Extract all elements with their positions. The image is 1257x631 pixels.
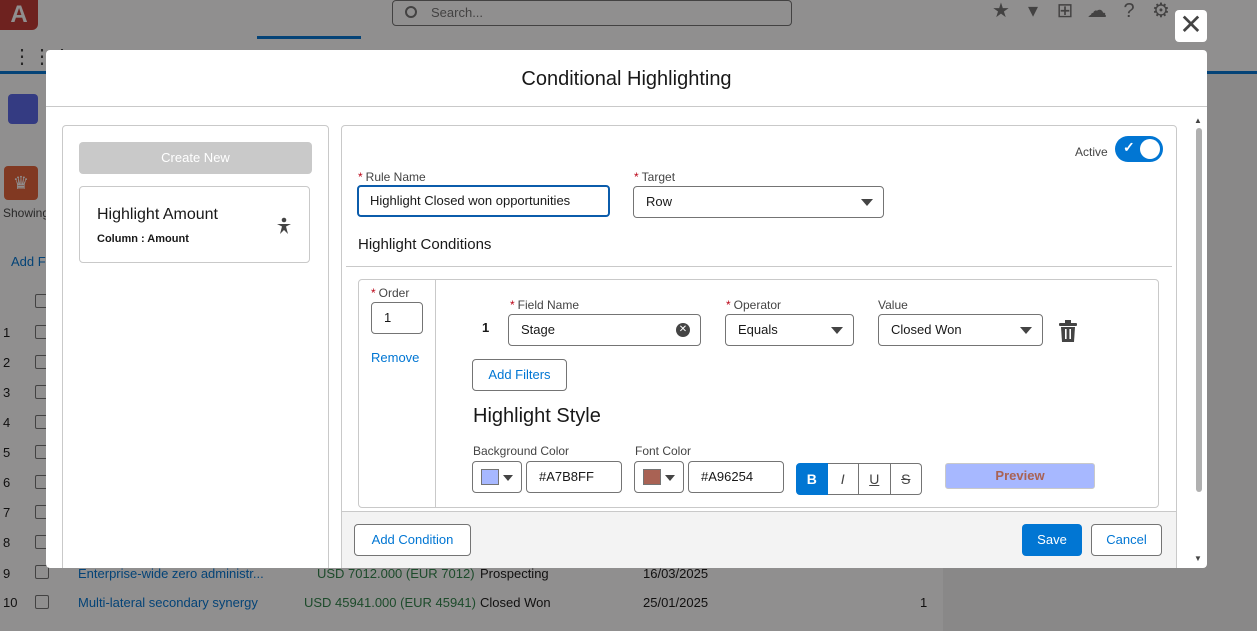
cancel-button[interactable]: Cancel [1091,524,1162,556]
toggle-knob [1140,139,1160,159]
conditional-highlighting-modal: Conditional Highlighting Create New High… [46,50,1207,568]
scroll-down-icon[interactable]: ▼ [1194,554,1202,563]
clear-icon[interactable]: ✕ [676,323,690,337]
background-color-swatch [481,469,499,485]
modal-title: Conditional Highlighting [46,50,1207,107]
order-column: * Order 1 Remove [359,280,436,507]
pin-icon[interactable] [276,217,292,235]
divider [346,266,1172,267]
target-select[interactable]: Row [633,186,884,218]
rule-card[interactable]: Highlight Amount Column : Amount [79,186,310,263]
field-name-value: Stage [521,322,555,337]
value-value: Closed Won [891,322,962,337]
background-color-picker[interactable] [472,461,522,493]
modal-footer: Add Condition Save Cancel [342,511,1176,568]
add-condition-button[interactable]: Add Condition [354,524,471,556]
value-select[interactable]: Closed Won [878,314,1043,346]
background-color-label: Background Color [473,444,570,458]
condition-card: * Order 1 Remove 1 * Field Name Stage ✕ * O… [358,279,1159,508]
scroll-up-icon[interactable]: ▲ [1194,116,1202,125]
rule-subtitle: Column : Amount [97,233,189,245]
chevron-down-icon [831,327,843,334]
rules-list-panel: Create New Highlight Amount Column : Amo… [62,125,329,568]
scrollbar-thumb[interactable] [1196,128,1202,492]
font-color-label: Font Color [635,444,692,458]
highlight-style-title: Highlight Style [473,405,601,427]
value-label: Value [878,298,908,312]
target-value: Row [646,194,673,209]
rule-title: Highlight Amount [97,206,218,223]
highlight-conditions-title: Highlight Conditions [358,236,492,253]
operator-value: Equals [738,322,778,337]
rule-editor-panel: Active ✓ * Rule Name Highlight Closed won… [341,125,1177,568]
chevron-down-icon [861,199,873,206]
text-format-buttons: B I U S [796,463,922,495]
save-button[interactable]: Save [1022,524,1082,556]
background-color-input[interactable]: #A7B8FF [526,461,622,493]
filter-row-number: 1 [482,320,490,335]
font-color-input[interactable]: #A96254 [688,461,784,493]
chevron-down-icon [665,475,675,481]
font-color-picker[interactable] [634,461,684,493]
remove-link[interactable]: Remove [371,350,419,365]
close-icon[interactable]: ✕ [1175,10,1207,42]
strikethrough-button[interactable]: S [890,463,922,495]
rule-name-label: * Rule Name [358,170,426,184]
order-label: * Order [371,286,410,300]
active-label: Active [1075,145,1108,159]
operator-select[interactable]: Equals [725,314,854,346]
add-filters-button[interactable]: Add Filters [472,359,567,391]
underline-button[interactable]: U [859,463,891,495]
font-color-swatch [643,469,661,485]
operator-label: * Operator [726,298,782,312]
modal-scrollbar[interactable]: ▲ ▼ [1194,114,1204,568]
chevron-down-icon [503,475,513,481]
target-label: * Target [634,170,676,184]
active-toggle[interactable]: ✓ [1115,136,1163,162]
order-input[interactable]: 1 [371,302,423,334]
check-icon: ✓ [1123,139,1135,155]
trash-icon[interactable] [1058,319,1078,343]
italic-button[interactable]: I [827,463,859,495]
rule-name-input[interactable]: Highlight Closed won opportunities [357,185,610,217]
preview-swatch: Preview [945,463,1095,489]
field-name-input[interactable]: Stage ✕ [508,314,701,346]
create-new-button[interactable]: Create New [79,142,312,174]
bold-button[interactable]: B [796,463,828,495]
chevron-down-icon [1020,327,1032,334]
field-name-label: * Field Name [510,298,580,312]
